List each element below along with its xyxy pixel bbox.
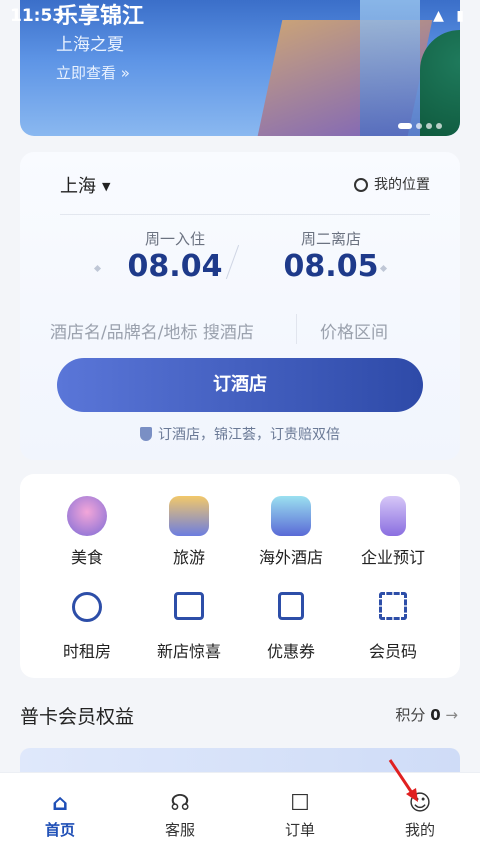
headset-icon: ☊ xyxy=(170,791,190,816)
enterprise-booking-icon xyxy=(380,496,406,536)
qr-code-icon xyxy=(379,592,407,620)
guarantee-text: 订酒店，锦江荟，订贵赔双倍 xyxy=(158,427,340,443)
service-label: 优惠券 xyxy=(266,642,315,661)
banner-pagination xyxy=(398,114,446,133)
new-store-icon xyxy=(174,592,204,620)
shield-icon xyxy=(140,427,152,441)
caret-down-icon: ▼ xyxy=(102,180,111,193)
service-label: 旅游 xyxy=(172,548,205,567)
member-benefits-title: 普卡会员权益 xyxy=(20,706,135,728)
service-member-code[interactable]: 会员码 xyxy=(338,592,448,662)
checkout-label: 周二离店 xyxy=(300,230,361,248)
city-selector[interactable]: 上海 ▼ xyxy=(60,172,110,198)
status-bar: 11:53 ▲ ▮ xyxy=(0,0,480,32)
service-label: 美食 xyxy=(70,548,103,567)
service-food[interactable]: 美食 xyxy=(32,496,142,568)
nav-customer-service[interactable]: ☊ 客服 xyxy=(120,791,240,840)
coupon-icon xyxy=(278,592,304,620)
service-travel[interactable]: 旅游 xyxy=(134,496,244,568)
service-coupon[interactable]: 优惠券 xyxy=(236,592,346,662)
service-hourly-room[interactable]: 时租房 xyxy=(32,592,142,662)
service-enterprise-booking[interactable]: 企业预订 xyxy=(338,496,448,568)
checkin-label: 周一入住 xyxy=(144,230,205,248)
my-location-button[interactable]: 我的位置 xyxy=(354,174,430,194)
service-new-store[interactable]: 新店惊喜 xyxy=(134,592,244,662)
price-range-selector[interactable]: 价格区间 xyxy=(320,318,388,343)
travel-icon xyxy=(169,496,209,536)
points-value: 0 xyxy=(430,706,441,724)
services-grid: 美食 旅游 海外酒店 企业预订 时租房 新店惊喜 优惠券 会员码 xyxy=(20,474,460,678)
points-label: 积分 xyxy=(395,706,426,724)
service-label: 时租房 xyxy=(62,642,111,661)
home-icon: ⌂ xyxy=(52,791,68,816)
nav-orders[interactable]: ☐ 订单 xyxy=(240,791,360,840)
arrow-right-icon: → xyxy=(445,706,458,724)
crosshair-icon xyxy=(354,178,368,192)
food-icon xyxy=(67,496,107,536)
service-label: 企业预订 xyxy=(360,548,425,567)
book-hotel-button[interactable]: 订酒店 xyxy=(57,358,423,412)
guarantee-note: 订酒店，锦江荟，订贵赔双倍 xyxy=(20,424,460,444)
nav-home[interactable]: ⌂ 首页 xyxy=(0,791,120,840)
hotel-booking-card: 上海 ▼ 我的位置 周一入住 08.04 周二离店 08.05 酒店名/品牌名/地… xyxy=(20,152,460,460)
points-link[interactable]: 积分 0 → xyxy=(395,704,458,725)
clock-icon xyxy=(72,592,102,622)
overseas-hotel-icon xyxy=(271,496,311,536)
annotation-arrow-icon xyxy=(388,759,418,802)
checkout-date-picker[interactable]: 周二离店 08.05 xyxy=(276,228,386,284)
nav-label: 我的 xyxy=(404,821,435,839)
checkin-date: 08.04 xyxy=(127,249,223,284)
nav-label: 订单 xyxy=(284,821,315,839)
checkin-date-picker[interactable]: 周一入住 08.04 xyxy=(120,228,230,284)
service-label: 新店惊喜 xyxy=(156,642,221,661)
service-overseas-hotel[interactable]: 海外酒店 xyxy=(236,496,346,568)
hotel-search-input[interactable]: 酒店名/品牌名/地标 搜酒店 xyxy=(50,318,254,343)
divider xyxy=(60,214,430,215)
service-label: 会员码 xyxy=(368,642,417,661)
my-location-label: 我的位置 xyxy=(374,177,430,193)
banner-cta-link[interactable]: 立即查看 » xyxy=(56,62,130,83)
status-icons: ▲ ▮ xyxy=(433,8,468,24)
checkout-date: 08.05 xyxy=(283,249,379,284)
status-time: 11:53 xyxy=(10,6,65,26)
divider xyxy=(296,314,297,344)
nav-label: 首页 xyxy=(44,821,75,839)
dot-decoration xyxy=(93,264,102,273)
order-icon: ☐ xyxy=(290,791,310,816)
nav-label: 客服 xyxy=(164,821,195,839)
banner-subtitle: 上海之夏 xyxy=(56,35,124,55)
service-label: 海外酒店 xyxy=(258,548,323,567)
city-label: 上海 xyxy=(60,176,96,197)
